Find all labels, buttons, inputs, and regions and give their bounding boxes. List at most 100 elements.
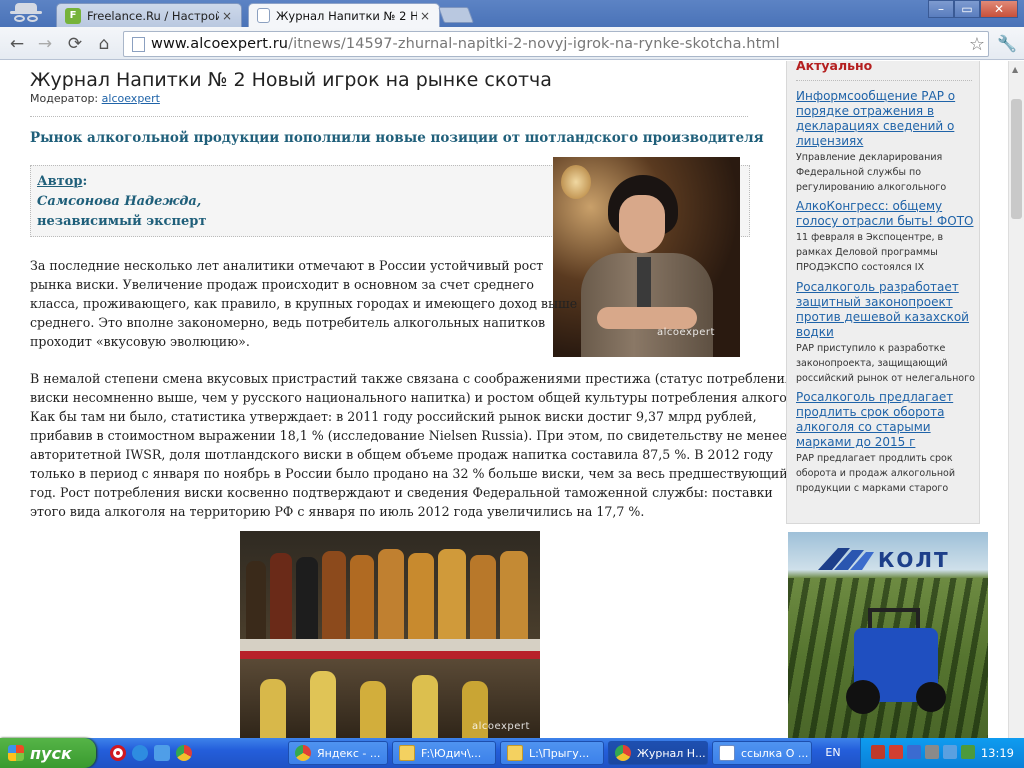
folder-icon [399, 745, 415, 761]
photo-watermark: alcoexpert [657, 327, 715, 338]
article-title: Журнал Напитки № 2 Новый игрок на рынке … [30, 69, 552, 91]
moderator-line: Модератор: alcoexpert [30, 92, 160, 105]
system-tray: 13:19 [860, 738, 1024, 768]
taskbar-item-article[interactable]: Журнал Н... [608, 741, 708, 765]
url-text[interactable]: www.alcoexpert.ru/itnews/14597-zhurnal-n… [151, 36, 966, 52]
url-path: /itnews/14597-zhurnal-napitki-2-novyj-ig… [288, 36, 780, 52]
banner-brand: КОЛТ [878, 548, 950, 572]
tray-app-icon[interactable] [871, 745, 885, 759]
opera-icon[interactable] [110, 745, 126, 761]
yandex-icon [295, 745, 311, 761]
news-summary: 11 февраля в Экспоцентре, в рамках Делов… [796, 232, 944, 273]
text-line: рынка виски. Увеличение продаж происходи… [30, 277, 535, 292]
taskbar-item-label: ссылка О ... [741, 746, 809, 760]
article: Журнал Напитки № 2 Новый игрок на рынке … [0, 61, 807, 738]
address-bar[interactable]: www.alcoexpert.ru/itnews/14597-zhurnal-n… [123, 31, 989, 57]
text-line: класса, проживающего, как правило, в кру… [30, 296, 578, 311]
text-line: виски несомненно выше, чем у русского на… [30, 390, 807, 405]
scroll-up-arrow-icon[interactable]: ▲ [1012, 65, 1018, 74]
page-icon [132, 36, 145, 52]
incognito-icon [8, 2, 44, 24]
news-link[interactable]: АлкоКонгресс: общему голосу отрасли быть… [796, 199, 976, 229]
settings-wrench-icon[interactable]: 🔧 [996, 33, 1018, 55]
page-favicon-icon [257, 8, 270, 23]
news-link[interactable]: Информсообщение РАР о порядке отражения … [796, 89, 976, 149]
text-line: прибавив в стоимостном выражении 18,1 % … [30, 428, 788, 443]
tab-freelance[interactable]: F Freelance.Ru / Настройки - × [56, 3, 242, 27]
maximize-button[interactable]: ▭ [954, 0, 980, 18]
text-line: За последние несколько лет аналитики отм… [30, 258, 544, 273]
taskbar-item-folder-l[interactable]: L:\Прыгу... [500, 741, 604, 765]
start-label: пуск [30, 743, 72, 763]
author-label: Автор: [37, 174, 87, 189]
reload-icon[interactable]: ⟳ [64, 33, 86, 55]
divider [30, 116, 748, 117]
start-button[interactable]: пуск [0, 738, 96, 768]
moderator-label: Модератор: [30, 92, 99, 105]
author-link[interactable]: Автор [37, 174, 82, 189]
photo-watermark: alcoexpert [472, 721, 530, 732]
paragraph-1: За последние несколько лет аналитики отм… [30, 256, 577, 351]
home-icon[interactable]: ⌂ [93, 33, 115, 55]
taskbar-item-document[interactable]: ссылка О ... [712, 741, 812, 765]
keyboard-layout-icon[interactable] [889, 745, 903, 759]
scrollbar-thumb[interactable] [1011, 99, 1022, 219]
back-arrow-icon[interactable]: ← [6, 33, 28, 55]
windows-flag-icon [8, 745, 24, 761]
tab-title: Журнал Напитки № 2 Нове [276, 8, 417, 23]
news-summary: РАР предлагает продлить срок оборота и п… [796, 453, 956, 494]
text-line: Как бы там ни было, статистика утверждае… [30, 409, 757, 424]
browser-toolbar: ← → ⟳ ⌂ www.alcoexpert.ru/itnews/14597-z… [0, 27, 1024, 60]
tray-app-icon[interactable] [943, 745, 957, 759]
article-lead: Рынок алкогольной продукции пополнили но… [30, 130, 764, 146]
windows-taskbar: пуск Яндекс - ... F:\Юдич\... L:\Прыгу..… [0, 738, 1024, 768]
close-window-button[interactable]: ✕ [980, 0, 1018, 18]
document-icon [719, 745, 735, 761]
news-item: АлкоКонгресс: общему голосу отрасли быть… [796, 199, 976, 275]
text-line: В немалой степени смена вкусовых пристра… [30, 371, 793, 386]
moderator-link[interactable]: alcoexpert [102, 92, 160, 105]
taskbar-item-folder-f[interactable]: F:\Юдич\... [392, 741, 496, 765]
forward-arrow-icon[interactable]: → [34, 33, 56, 55]
folder-icon [507, 745, 523, 761]
new-tab-button[interactable] [438, 7, 474, 23]
text-line: проходит «вкусовую эволюцию». [30, 334, 250, 349]
news-link[interactable]: Росалкоголь разработает защитный законоп… [796, 280, 976, 340]
news-item: Информсообщение РАР о порядке отражения … [796, 89, 976, 195]
text-line: авторитетной IWSR, доля шотландского вис… [30, 447, 773, 462]
vertical-scrollbar[interactable]: ▲ [1008, 61, 1024, 738]
text-line: этого вида алкоголя на территорию РФ с я… [30, 504, 645, 519]
advertisement-banner[interactable]: КОЛТ [788, 532, 988, 738]
author-role: независимый эксперт [37, 214, 207, 229]
taskbar-item-label: Журнал Н... [637, 746, 706, 760]
network-icon[interactable] [907, 745, 921, 759]
news-summary: РАР приступило к разработке законопроект… [796, 343, 975, 384]
tab-article[interactable]: Журнал Напитки № 2 Нове × [248, 3, 440, 27]
minimize-button[interactable]: – [928, 0, 954, 18]
tray-app-icon[interactable] [961, 745, 975, 759]
sidebar-actual-news: Актуально Информсообщение РАР о порядке … [786, 61, 980, 524]
tray-app-icon[interactable] [925, 745, 939, 759]
paragraph-2: В немалой степени смена вкусовых пристра… [30, 369, 807, 521]
chrome-icon[interactable] [176, 745, 192, 761]
sidebar-heading: Актуально [796, 61, 873, 73]
bookmark-star-icon[interactable]: ☆ [966, 34, 988, 55]
internet-explorer-icon[interactable] [132, 745, 148, 761]
whisky-shelf-photo: alcoexpert [240, 531, 540, 738]
author-photo: alcoexpert [553, 157, 740, 357]
news-summary: Управление декларирования Федеральной сл… [796, 152, 947, 193]
clock: 13:19 [980, 746, 1014, 760]
tab-close-icon[interactable]: × [417, 9, 433, 23]
author-colon: : [82, 174, 88, 189]
chrome-icon [615, 745, 631, 761]
tab-close-icon[interactable]: × [219, 9, 235, 23]
language-indicator[interactable]: EN [818, 741, 848, 765]
outlook-express-icon[interactable] [154, 745, 170, 761]
text-line: год. Рост потребления виски косвенно под… [30, 485, 773, 500]
sidebar-divider [796, 80, 972, 81]
taskbar-item-label: F:\Юдич\... [421, 746, 482, 760]
taskbar-item-yandex[interactable]: Яндекс - ... [288, 741, 388, 765]
author-name: Самсонова Надежда, [37, 194, 202, 209]
news-link[interactable]: Росалкоголь предлагает продлить срок обо… [796, 390, 976, 450]
taskbar-item-label: Яндекс - ... [317, 746, 381, 760]
